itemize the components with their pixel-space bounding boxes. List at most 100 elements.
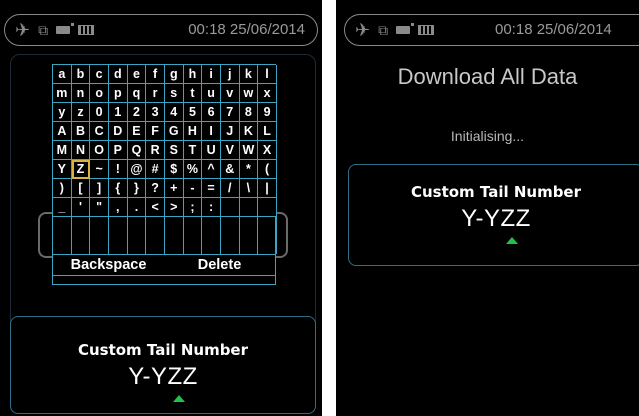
keyboard-key[interactable]: !: [108, 160, 128, 179]
keyboard-key[interactable]: 7: [220, 103, 240, 122]
keyboard-key[interactable]: d: [108, 65, 128, 84]
keyboard-key[interactable]: -: [183, 179, 203, 198]
keyboard-key[interactable]: S: [164, 141, 184, 160]
keyboard-key[interactable]: o: [90, 84, 109, 103]
keyboard-key[interactable]: ~: [90, 160, 109, 179]
keyboard-key[interactable]: 3: [146, 103, 165, 122]
keyboard-key[interactable]: p: [108, 84, 128, 103]
keyboard-key[interactable]: e: [127, 65, 147, 84]
keyboard-key[interactable]: O: [90, 141, 109, 160]
keyboard-key[interactable]: 4: [164, 103, 184, 122]
keyboard-key[interactable]: *: [239, 160, 259, 179]
keyboard-key[interactable]: (: [258, 160, 277, 179]
keyboard-key[interactable]: j: [220, 65, 240, 84]
keyboard-key[interactable]: ,: [108, 198, 128, 217]
keyboard-key[interactable]: U: [202, 141, 221, 160]
tail-number-panel[interactable]: Custom Tail Number Y-YZZ: [348, 164, 639, 266]
keyboard-key[interactable]: G: [164, 122, 184, 141]
keyboard-key[interactable]: {: [108, 179, 128, 198]
keyboard-key[interactable]: H: [183, 122, 203, 141]
keyboard-key[interactable]: ): [53, 179, 72, 198]
keyboard-key[interactable]: B: [71, 122, 91, 141]
keyboard-key[interactable]: R: [146, 141, 165, 160]
keyboard-key[interactable]: 2: [127, 103, 147, 122]
keyboard-key[interactable]: g: [164, 65, 184, 84]
keyboard-key[interactable]: :: [202, 198, 221, 217]
keyboard-key[interactable]: &: [220, 160, 240, 179]
keyboard-key[interactable]: Q: [127, 141, 147, 160]
keyboard-key[interactable]: s: [164, 84, 184, 103]
keyboard-key[interactable]: i: [202, 65, 221, 84]
keyboard-key[interactable]: T: [183, 141, 203, 160]
keyboard-key[interactable]: m: [53, 84, 72, 103]
keyboard-key[interactable]: 8: [239, 103, 259, 122]
keyboard-key[interactable]: /: [220, 179, 240, 198]
keyboard-key[interactable]: z: [71, 103, 91, 122]
keyboard-key[interactable]: \: [239, 179, 259, 198]
keyboard-key[interactable]: _: [53, 198, 72, 217]
keyboard-key[interactable]: [: [71, 179, 91, 198]
keyboard-key[interactable]: k: [239, 65, 259, 84]
keyboard-key[interactable]: $: [164, 160, 184, 179]
keyboard-key[interactable]: 1: [108, 103, 128, 122]
keyboard-key[interactable]: v: [220, 84, 240, 103]
keyboard-key[interactable]: ": [90, 198, 109, 217]
keyboard-key[interactable]: F: [146, 122, 165, 141]
keyboard-key[interactable]: ?: [146, 179, 165, 198]
keyboard-key[interactable]: t: [183, 84, 203, 103]
keyboard-key[interactable]: r: [146, 84, 165, 103]
keyboard-key[interactable]: W: [239, 141, 259, 160]
tail-number-label: Custom Tail Number: [77, 341, 249, 359]
keyboard-key[interactable]: l: [258, 65, 277, 84]
keyboard-key[interactable]: N: [71, 141, 91, 160]
keyboard-key[interactable]: 5: [183, 103, 203, 122]
keyboard-key[interactable]: D: [108, 122, 128, 141]
keyboard-key[interactable]: }: [127, 179, 147, 198]
keyboard-key[interactable]: >: [164, 198, 184, 217]
keyboard-key[interactable]: ]: [90, 179, 109, 198]
keyboard-key[interactable]: .: [127, 198, 147, 217]
keyboard-key[interactable]: V: [220, 141, 240, 160]
keyboard-key[interactable]: A: [53, 122, 72, 141]
keyboard-key[interactable]: n: [71, 84, 91, 103]
keyboard-key[interactable]: #: [146, 160, 165, 179]
keyboard-key[interactable]: X: [258, 141, 277, 160]
keyboard-key[interactable]: f: [146, 65, 165, 84]
keyboard-key[interactable]: ': [71, 198, 91, 217]
keyboard-key[interactable]: a: [53, 65, 72, 84]
keyboard-key[interactable]: b: [71, 65, 91, 84]
keyboard-key[interactable]: K: [239, 122, 259, 141]
keyboard-key[interactable]: +: [164, 179, 184, 198]
keyboard-key[interactable]: P: [108, 141, 128, 160]
keyboard-key[interactable]: <: [146, 198, 165, 217]
keyboard-key[interactable]: %: [183, 160, 203, 179]
keyboard-key[interactable]: x: [258, 84, 277, 103]
keyboard-key[interactable]: =: [202, 179, 221, 198]
keyboard-key[interactable]: J: [220, 122, 240, 141]
battery-icon: [78, 25, 95, 35]
keyboard-key[interactable]: 6: [202, 103, 221, 122]
keyboard-key[interactable]: q: [127, 84, 147, 103]
keyboard-key[interactable]: u: [202, 84, 221, 103]
tail-number-panel[interactable]: Custom Tail Number Y-YZZ: [10, 316, 316, 414]
backspace-key[interactable]: Backspace: [53, 255, 164, 275]
keyboard-key[interactable]: c: [90, 65, 109, 84]
keyboard-key[interactable]: M: [53, 141, 72, 160]
keyboard-key[interactable]: @: [127, 160, 147, 179]
keyboard-key[interactable]: C: [90, 122, 109, 141]
keyboard-key-selected[interactable]: Z: [71, 160, 91, 179]
keyboard-key[interactable]: ;: [183, 198, 203, 217]
tail-number-value: Y-YZZ: [461, 205, 531, 232]
keyboard-key[interactable]: E: [127, 122, 147, 141]
keyboard-key[interactable]: w: [239, 84, 259, 103]
keyboard-key[interactable]: ^: [202, 160, 221, 179]
keyboard-key[interactable]: I: [202, 122, 221, 141]
keyboard-key[interactable]: h: [183, 65, 203, 84]
keyboard-key[interactable]: y: [53, 103, 72, 122]
keyboard-key[interactable]: L: [258, 122, 277, 141]
delete-key[interactable]: Delete: [164, 255, 275, 275]
keyboard-key[interactable]: 0: [90, 103, 109, 122]
keyboard-key[interactable]: |: [258, 179, 277, 198]
keyboard-key[interactable]: 9: [258, 103, 277, 122]
keyboard-key[interactable]: Y: [53, 160, 72, 179]
